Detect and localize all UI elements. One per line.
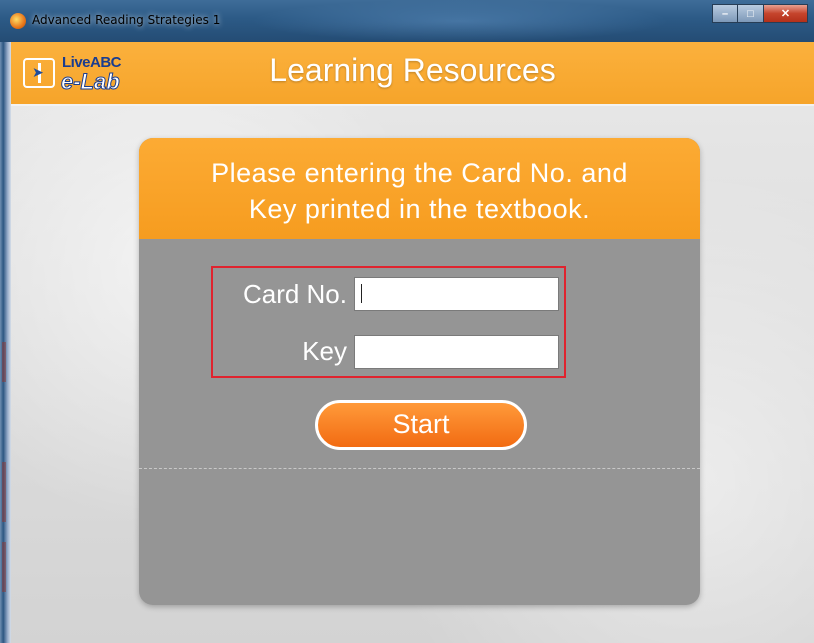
titlebar-glow [250,0,670,42]
key-label: Key [302,336,347,366]
key-input[interactable] [354,335,559,369]
close-button[interactable]: ✕ [764,4,808,23]
maximize-button[interactable]: □ [738,4,764,23]
window-controls: – □ ✕ [712,4,808,24]
minimize-button[interactable]: – [712,4,738,23]
window-title: Advanced Reading Strategies 1 [32,13,221,27]
window-frame-left [0,42,11,643]
divider [139,468,700,469]
page-title: Learning Resources [269,52,556,88]
instruction-line-2: Key printed in the textbook. [248,194,591,224]
card-no-input[interactable] [354,277,559,311]
panel-header: Please entering the Card No. and Key pri… [139,138,700,239]
app-icon [10,13,26,29]
start-button[interactable]: Start [315,400,527,450]
window-titlebar[interactable]: Advanced Reading Strategies 1 – □ ✕ [0,0,814,42]
card-entry-panel: Please entering the Card No. and Key pri… [139,138,700,605]
instruction-message: Please entering the Card No. and Key pri… [139,155,700,227]
card-no-label: Card No. [242,279,347,309]
instruction-line-1: Please entering the Card No. and [211,158,628,188]
text-cursor [361,284,362,303]
app-header: ➤ LiveABC e-Lab Learning Resources [11,42,814,106]
